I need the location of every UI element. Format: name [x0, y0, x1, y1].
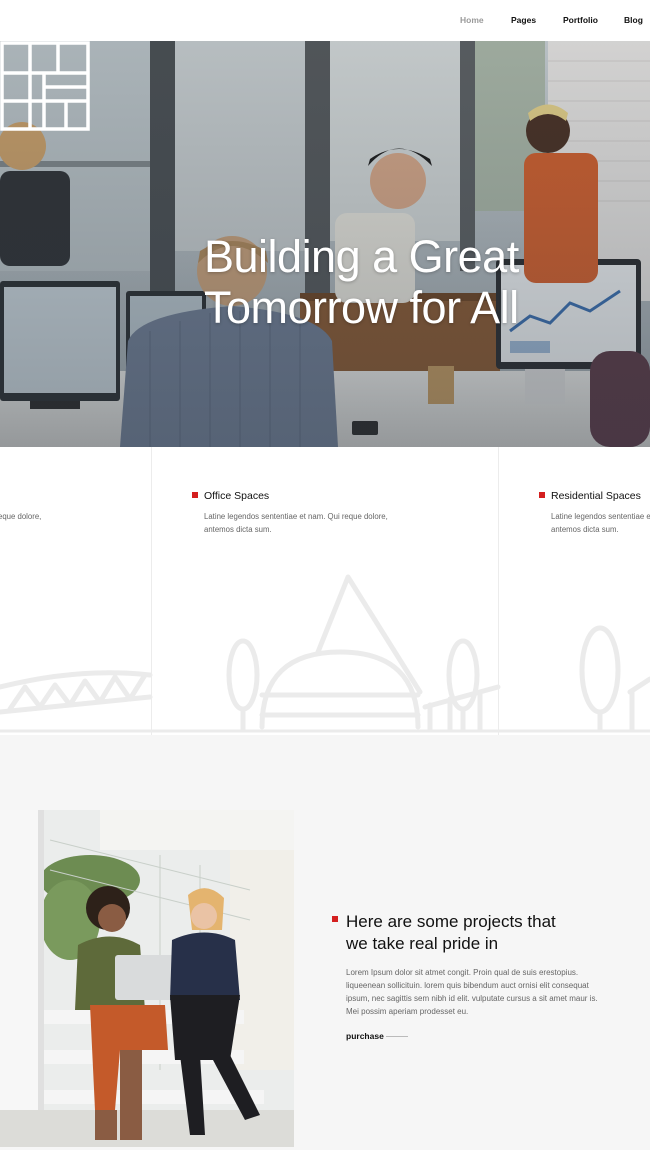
projects-heading-line2: we take real pride in [346, 934, 499, 953]
column-divider [498, 447, 499, 735]
nav-portfolio[interactable]: Portfolio [563, 15, 598, 25]
nav-blog[interactable]: Blog [624, 15, 643, 25]
two-women-on-stairs-image [0, 810, 294, 1147]
nav-pages[interactable]: Pages [511, 15, 536, 25]
hero-banner: Building a Great Tomorrow for All [0, 41, 650, 447]
hero-heading-line2: Tomorrow for All [204, 282, 519, 333]
projects-heading: Here are some projects that we take real… [346, 911, 556, 955]
nav-home[interactable]: Home [460, 15, 484, 25]
projects-description-line: ipsum, nec sagittis sem nibh id elit. vu… [346, 994, 598, 1003]
purchase-link-underline [386, 1036, 408, 1037]
projects-photo [0, 810, 294, 1147]
services-section: eque dolore, Office Spaces Latine legend… [0, 447, 650, 735]
service-description: eque dolore, [0, 512, 42, 521]
purchase-link[interactable]: purchase [346, 1031, 384, 1041]
service-title-residential-spaces[interactable]: Residential Spaces [539, 490, 641, 502]
column-divider [151, 447, 152, 735]
service-description: antemos dicta sum. [204, 525, 272, 534]
red-square-bullet-icon [332, 916, 338, 922]
service-description: Latine legendos sententiae et nam. Qui r… [204, 512, 388, 521]
building-logo-icon [0, 41, 90, 131]
projects-description-line: Mei possim aperiam prodesset eu. [346, 1007, 469, 1016]
projects-description: Lorem Ipsum dolor sit atmet congit. Proi… [346, 966, 616, 1018]
service-title-label: Residential Spaces [551, 490, 641, 502]
top-navigation: Home Pages Portfolio Blog [0, 0, 650, 41]
hero-heading: Building a Great Tomorrow for All [204, 231, 519, 333]
projects-description-line: Lorem Ipsum dolor sit atmet congit. Proi… [346, 968, 579, 977]
hero-heading-line1: Building a Great [204, 231, 519, 282]
red-square-bullet-icon [539, 492, 545, 498]
service-title-office-spaces[interactable]: Office Spaces [192, 490, 269, 502]
service-description: antemos dicta sum. [551, 525, 619, 534]
projects-heading-line1: Here are some projects that [346, 912, 556, 931]
service-description: Latine legendos sententiae e [551, 512, 650, 521]
projects-description-line: liqueenean sollicituin. lorem quis biben… [346, 981, 589, 990]
red-square-bullet-icon [192, 492, 198, 498]
service-title-label: Office Spaces [204, 490, 270, 502]
